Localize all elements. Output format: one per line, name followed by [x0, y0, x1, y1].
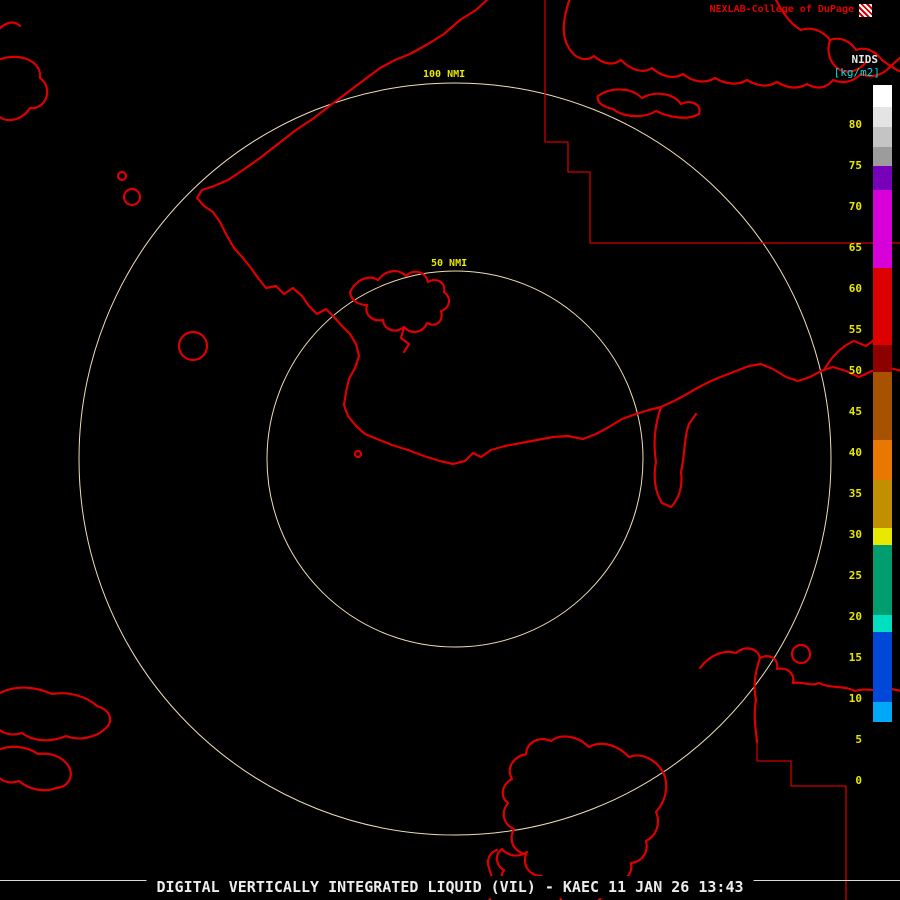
colorbar-label: 65	[848, 241, 862, 254]
radar-map-svg	[0, 0, 900, 900]
island-northwest	[0, 55, 49, 122]
range-ring-100nmi	[78, 82, 832, 836]
corner-tick-northwest	[0, 21, 22, 30]
colorbar-label: 60	[848, 282, 862, 295]
range-ring-50nmi	[266, 270, 644, 648]
colorbar-label: 80	[848, 118, 862, 131]
colorbar-segment	[873, 85, 892, 107]
colorbar-segments	[873, 85, 892, 790]
colorbar-segment	[873, 268, 892, 345]
colorbar-segment	[873, 127, 892, 147]
estuary-blob	[348, 270, 451, 333]
colorbar-label: 10	[848, 692, 862, 705]
colorbar-label: 70	[848, 200, 862, 213]
colorbar-label: 5	[855, 733, 862, 746]
colorbar-labels: 80 75 70 65 60 55 50 45 40 35 30 25 20 15 10 5 0	[832, 104, 862, 801]
inlet-bay	[653, 405, 698, 509]
coastline-main	[195, 0, 900, 466]
islet-center	[353, 449, 363, 459]
colorbar-label: 30	[848, 528, 862, 541]
colorbar-segment	[873, 545, 892, 615]
colorbar-label: 15	[848, 651, 862, 664]
footer-title: DIGITAL VERTICALLY INTEGRATED LIQUID (VI…	[146, 876, 754, 898]
colorbar-segment	[873, 107, 892, 127]
peninsula-southwest-2	[0, 745, 72, 792]
colorbar-segment	[873, 147, 892, 166]
colorbar-segment	[873, 480, 892, 528]
river-southeast	[753, 656, 762, 744]
islet-small-2	[122, 187, 142, 207]
colorbar-segment	[873, 166, 892, 190]
coastlines	[0, 0, 900, 900]
colorbar-segment	[873, 615, 892, 632]
colorbar-label: 75	[848, 159, 862, 172]
colorbar-label: 50	[848, 364, 862, 377]
islet-small-1	[116, 170, 128, 182]
range-ring-label-100: 100 NMI	[420, 68, 469, 81]
colorbar-label: 0	[855, 774, 862, 787]
colorbar-label: 55	[848, 323, 862, 336]
radar-display: 100 NMI 50 NMI NEXLAB-College of DuPage …	[0, 0, 900, 900]
colorbar-segment	[873, 632, 892, 702]
colorbar-label: 35	[848, 487, 862, 500]
cod-logo-icon	[859, 4, 872, 17]
range-ring-label-50: 50 NMI	[428, 257, 471, 270]
colorbar-segment	[873, 190, 892, 268]
colorbar-label: 40	[848, 446, 862, 459]
colorbar-segment	[873, 528, 892, 545]
range-rings	[78, 82, 832, 836]
coastline-southeast	[698, 647, 900, 693]
colorbar-segment	[873, 440, 892, 480]
island-west	[177, 330, 209, 362]
colorbar-label: 25	[848, 569, 862, 582]
brand-text: NEXLAB-College of DuPage	[709, 4, 855, 15]
units-label: [kg/m2]	[833, 66, 880, 79]
river-lake-blob	[596, 88, 701, 119]
peninsula-southwest-1	[0, 686, 112, 742]
colorbar-segment	[873, 722, 892, 790]
colorbar-segment	[873, 345, 892, 372]
colorbar-label: 20	[848, 610, 862, 623]
colorbar-label: 45	[848, 405, 862, 418]
islet-east	[790, 643, 812, 665]
colorbar-segment	[873, 702, 892, 722]
colorbar-segment	[873, 372, 892, 440]
product-code-label: NIDS	[851, 53, 879, 66]
